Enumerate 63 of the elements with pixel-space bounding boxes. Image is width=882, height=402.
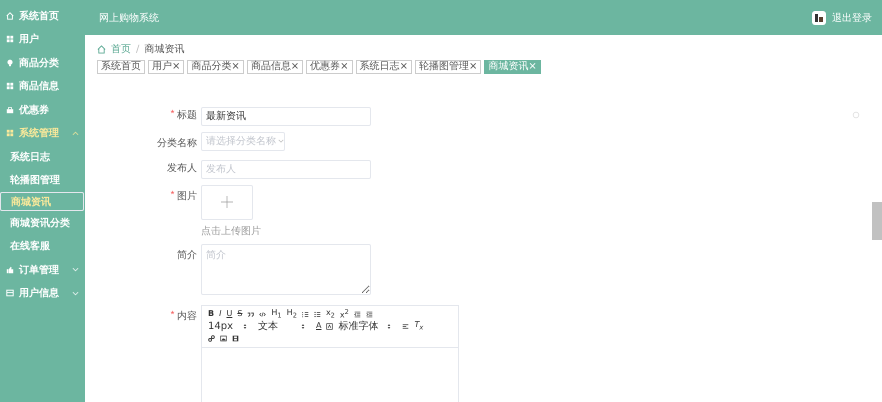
upload-hint: 点击上传图片 [201,224,261,238]
text-field[interactable]: 发布人 [201,160,371,178]
page-tab[interactable]: 系统首页 [97,60,145,74]
script-button[interactable]: x$^{2}$ [340,307,349,321]
page-tab[interactable]: 用户× [148,60,184,74]
breadcrumb-separator: / [136,44,140,54]
field-label: 标题 [177,108,197,122]
script-button[interactable]: x$_{2}$ [326,308,335,320]
format-button[interactable]: S [237,309,242,319]
chevron-up-icon [72,130,79,136]
format-button[interactable]: I [219,309,222,319]
field-label: 发布人 [167,162,197,174]
thumb-icon [6,266,14,274]
page-tab[interactable]: 优惠券× [306,60,353,74]
avatar-icon[interactable] [812,10,826,24]
code-icon[interactable] [259,310,266,318]
background-color-icon[interactable] [326,322,334,330]
field-label: 内容 [177,310,197,322]
page-tab[interactable]: 系统日志× [356,60,412,74]
grid-icon [6,82,14,90]
font-select[interactable]: 标准字体 [338,320,382,332]
page-tab[interactable]: 商品分类× [187,60,244,74]
format-button[interactable]: U [226,309,232,319]
text-field[interactable]: 最新资讯 [201,106,371,126]
link-icon[interactable] [208,334,215,342]
page-tab[interactable]: 商品信息× [246,60,304,74]
quote-icon[interactable] [247,310,254,318]
field-label: 图片 [177,190,197,202]
home-icon [6,12,14,20]
outdent-icon[interactable] [354,310,361,318]
page-tab[interactable]: 轮播图管理× [414,60,482,74]
scrollbar-thumb[interactable] [872,202,882,240]
textarea-field[interactable]: 简介 [201,244,371,294]
breadcrumb-current: 商城资讯 [144,42,184,56]
heading-button[interactable]: H$_{1}$ [271,308,282,320]
up-down-icon [301,322,305,330]
grid-icon [6,129,14,138]
image-icon[interactable] [220,334,227,342]
home-icon [97,44,106,54]
bulb-icon [6,58,14,67]
field-label: 分类名称 [157,136,197,150]
bullet-list-icon[interactable] [314,310,321,318]
format-button[interactable]: B [208,309,214,319]
plus-icon [221,196,233,208]
chevron-down-icon [72,267,79,272]
up-down-icon [243,322,247,330]
up-down-icon [387,322,392,330]
align-icon[interactable] [402,322,410,330]
font-color-button[interactable]: A [316,321,322,331]
heading-button[interactable]: H$_{2}$ [286,308,297,320]
numbered-list-icon[interactable] [302,310,309,318]
chevron-down-icon [278,139,284,143]
app-title: 网上购物系统 [99,12,159,24]
grid-icon [6,35,14,44]
size-select[interactable]: 14px [208,320,238,332]
bag-icon [6,106,14,114]
indent-icon[interactable] [366,310,373,318]
chevron-down-icon [72,290,79,296]
header-select[interactable]: 文本 [258,320,296,332]
field-label: 简介 [177,248,197,262]
clear-format-button[interactable]: T$_{x}$ [414,320,424,332]
video-icon[interactable] [232,334,239,342]
card-icon [6,289,14,298]
